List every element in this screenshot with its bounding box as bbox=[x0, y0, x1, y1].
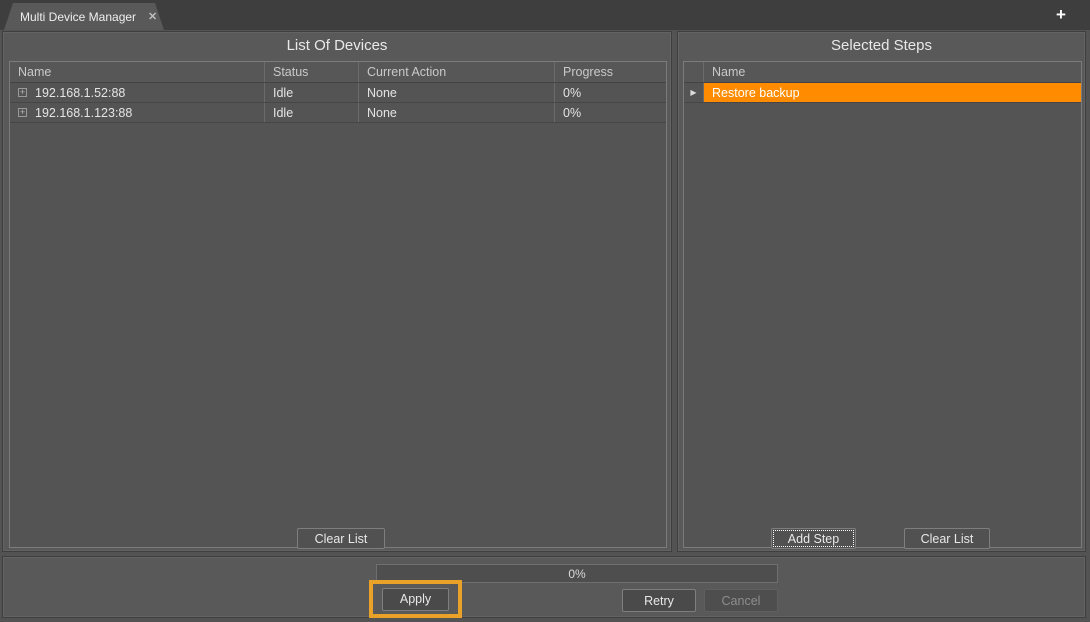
device-progress-cell: 0% bbox=[555, 103, 666, 122]
apply-button[interactable]: Apply bbox=[382, 588, 449, 611]
column-header-step-name[interactable]: Name bbox=[704, 62, 1081, 82]
device-action-cell: None bbox=[359, 103, 555, 122]
device-name-cell: + 192.168.1.52:88 bbox=[10, 83, 265, 102]
device-row[interactable]: + 192.168.1.123:88 Idle None 0% bbox=[10, 103, 666, 123]
column-header-progress[interactable]: Progress bbox=[555, 62, 666, 82]
device-name: 192.168.1.123:88 bbox=[35, 106, 132, 120]
steps-panel: Selected Steps Name ▶ Restore backup Add… bbox=[677, 31, 1086, 552]
devices-panel-title: List Of Devices bbox=[3, 37, 671, 54]
retry-button[interactable]: Retry bbox=[622, 589, 696, 612]
device-action-cell: None bbox=[359, 83, 555, 102]
tab-close-icon[interactable]: ✕ bbox=[148, 10, 157, 23]
tab-multi-device-manager[interactable]: Multi Device Manager ✕ bbox=[4, 3, 164, 30]
step-row-gutter: ▶ bbox=[684, 83, 704, 102]
footer-panel: 0% Apply Retry Cancel bbox=[2, 556, 1086, 618]
device-name: 192.168.1.52:88 bbox=[35, 86, 125, 100]
steps-clear-list-button[interactable]: Clear List bbox=[904, 528, 990, 549]
device-status-cell: Idle bbox=[265, 83, 359, 102]
device-row[interactable]: + 192.168.1.52:88 Idle None 0% bbox=[10, 83, 666, 103]
row-indicator-icon: ▶ bbox=[690, 88, 696, 97]
devices-table: Name Status Current Action Progress + 19… bbox=[9, 61, 667, 548]
devices-panel: List Of Devices Name Status Current Acti… bbox=[2, 31, 672, 552]
selected-step-cell: Restore backup bbox=[704, 83, 1081, 102]
device-progress-cell: 0% bbox=[555, 83, 666, 102]
column-header-status[interactable]: Status bbox=[265, 62, 359, 82]
device-name-cell: + 192.168.1.123:88 bbox=[10, 103, 265, 122]
cancel-button: Cancel bbox=[704, 589, 778, 612]
devices-table-header: Name Status Current Action Progress bbox=[10, 62, 666, 83]
expand-icon[interactable]: + bbox=[18, 108, 27, 117]
steps-panel-title: Selected Steps bbox=[678, 37, 1085, 54]
add-step-button[interactable]: Add Step bbox=[771, 528, 856, 549]
devices-clear-list-button[interactable]: Clear List bbox=[297, 528, 385, 549]
new-tab-icon[interactable]: + bbox=[1050, 4, 1072, 26]
step-row[interactable]: ▶ Restore backup bbox=[684, 83, 1081, 103]
device-status-cell: Idle bbox=[265, 103, 359, 122]
steps-header-gutter bbox=[684, 62, 704, 82]
multi-device-manager-window: Multi Device Manager ✕ + List Of Devices… bbox=[0, 0, 1090, 622]
tab-bar: Multi Device Manager ✕ + bbox=[0, 0, 1090, 30]
progress-value: 0% bbox=[568, 567, 585, 581]
expand-icon[interactable]: + bbox=[18, 88, 27, 97]
tab-title: Multi Device Manager bbox=[20, 10, 136, 24]
steps-table-header: Name bbox=[684, 62, 1081, 83]
apply-highlight-annotation: Apply bbox=[369, 580, 462, 618]
steps-table: Name ▶ Restore backup bbox=[683, 61, 1082, 548]
column-header-name[interactable]: Name bbox=[10, 62, 265, 82]
column-header-action[interactable]: Current Action bbox=[359, 62, 555, 82]
